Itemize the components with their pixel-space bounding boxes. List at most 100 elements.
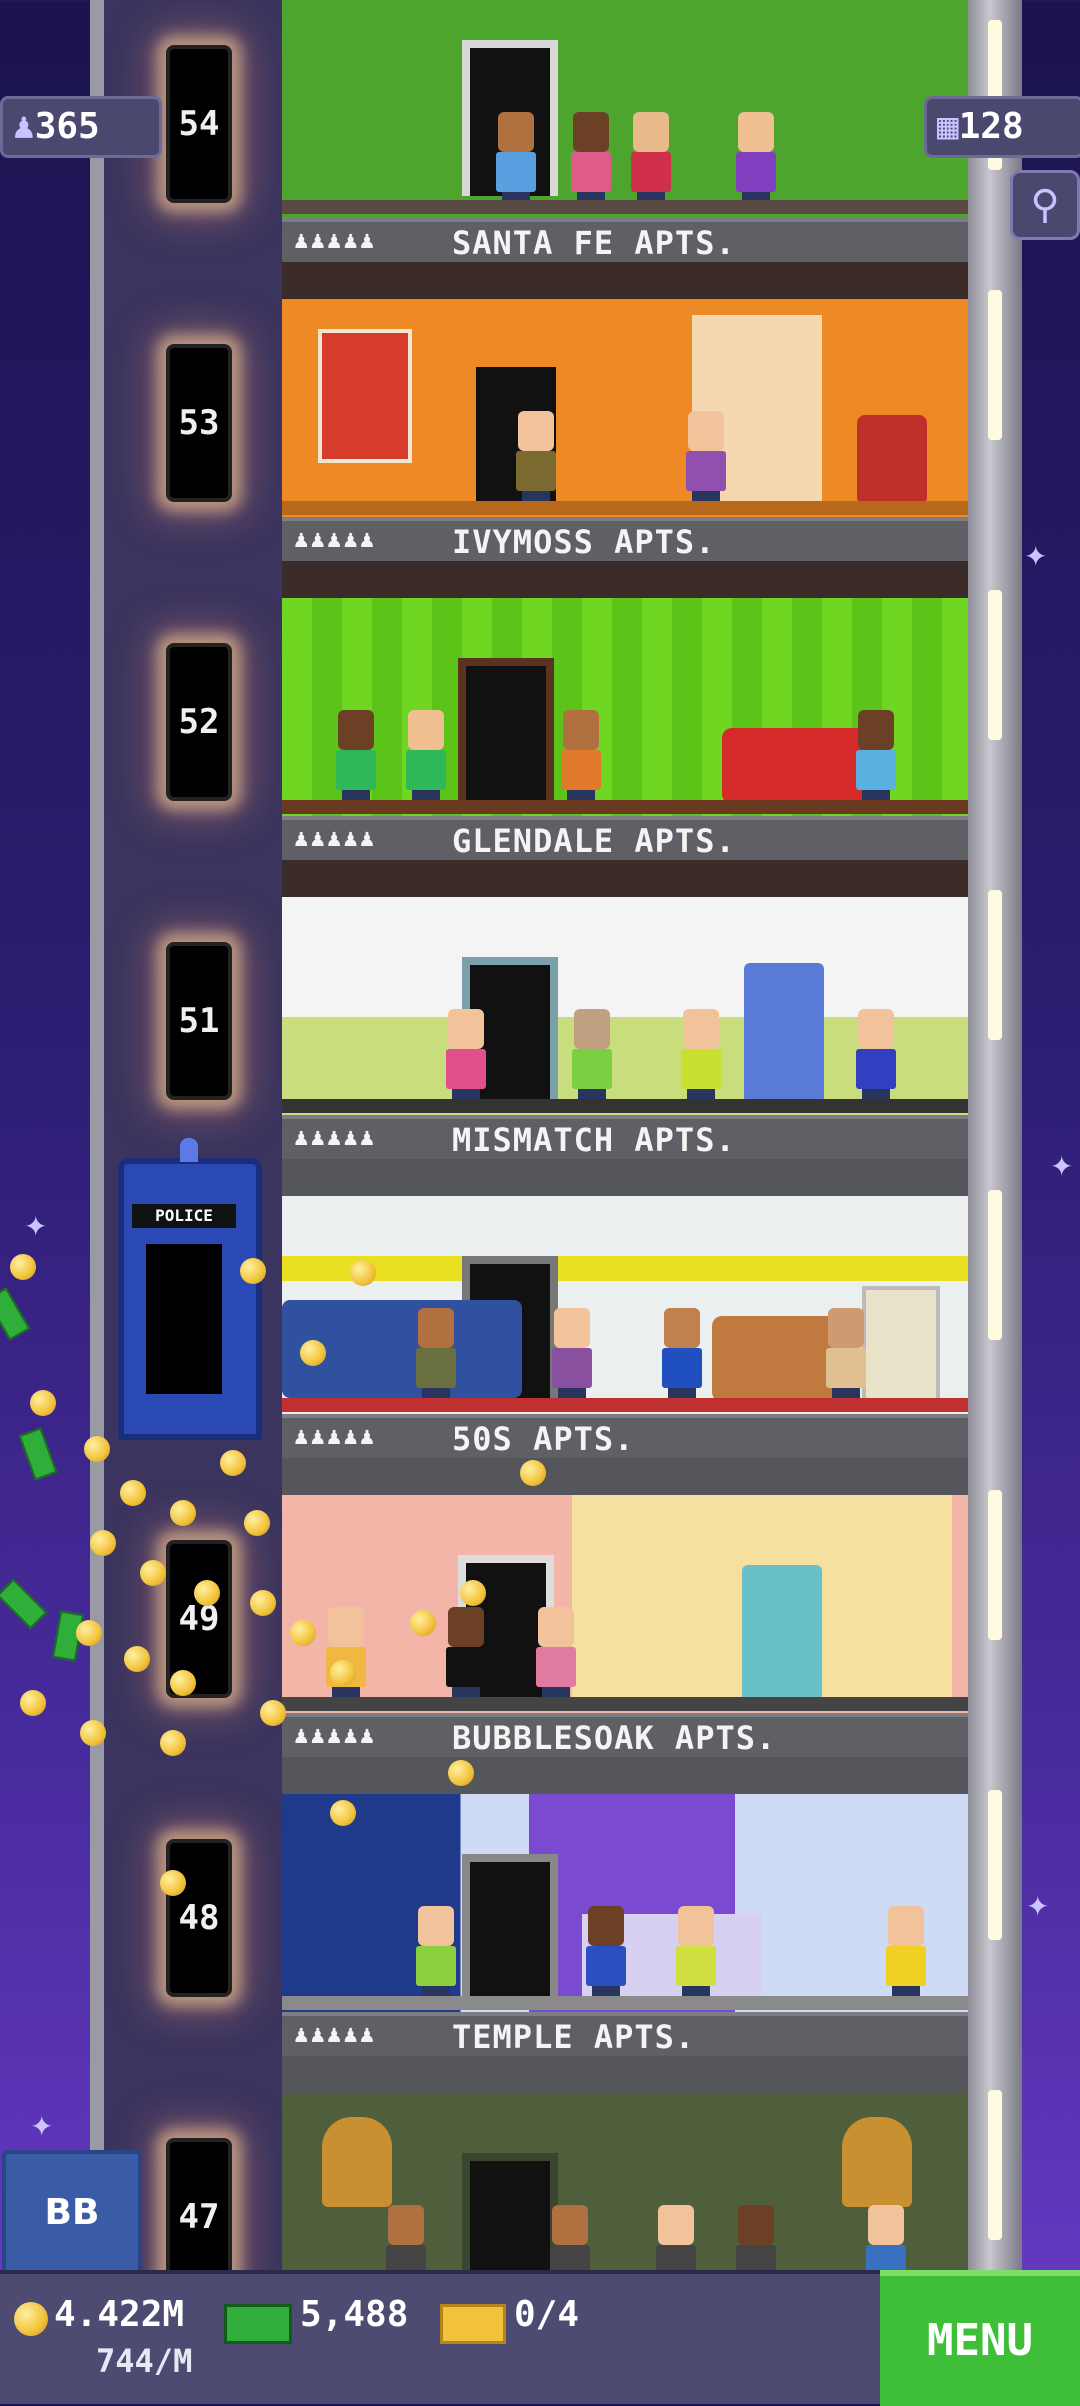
resident[interactable]: [732, 112, 780, 208]
bux-icon: [224, 2304, 292, 2344]
population-counter[interactable]: ♟365: [0, 96, 162, 158]
floor-51[interactable]: MISMATCH APTS. ♟♟♟♟♟: [282, 897, 968, 1196]
coin-icon: [10, 1254, 36, 1280]
resident-slots-icon: ♟♟♟♟♟: [294, 2020, 377, 2048]
lion-statue: [842, 2117, 912, 2207]
booth-window: [146, 1244, 222, 1394]
resident[interactable]: [442, 1009, 490, 1105]
pillar-light: [988, 590, 1002, 740]
bitbook-button[interactable]: BB: [2, 2150, 142, 2276]
resident[interactable]: [852, 710, 900, 806]
resident[interactable]: [862, 2205, 910, 2270]
resident[interactable]: [402, 710, 450, 806]
floor-53[interactable]: IVYMOSS APTS. ♟♟♟♟♟: [282, 299, 968, 598]
floor-sign: TEMPLE APTS. ♟♟♟♟♟: [282, 2012, 968, 2060]
resident[interactable]: [548, 1308, 596, 1404]
resident[interactable]: [512, 411, 560, 507]
resident[interactable]: [532, 1607, 580, 1703]
pillar-light: [988, 2090, 1002, 2240]
resident[interactable]: [677, 1009, 725, 1105]
floor-gap: [282, 2056, 968, 2093]
room-floor: [282, 501, 968, 515]
coin-icon: [90, 1530, 116, 1556]
coin-icon: [520, 1460, 546, 1486]
phone-booth[interactable]: POLICE: [118, 1138, 262, 1440]
resident[interactable]: [322, 1607, 370, 1703]
floor-sign: BUBBLESOAK APTS. ♟♟♟♟♟: [282, 1713, 968, 1761]
resident[interactable]: [382, 2205, 430, 2270]
resident[interactable]: [672, 1906, 720, 2002]
coin-icon: [350, 1260, 376, 1286]
floor-47[interactable]: [282, 2093, 968, 2270]
resident[interactable]: [658, 1308, 706, 1404]
resident[interactable]: [557, 710, 605, 806]
sofa: [722, 728, 872, 804]
cash-bill: [0, 1287, 31, 1341]
floor-gap: [282, 1458, 968, 1495]
resident[interactable]: [882, 1906, 930, 2002]
coin-icon: [244, 1510, 270, 1536]
fridge: [744, 963, 824, 1103]
retro-tv: [862, 1286, 940, 1404]
resident[interactable]: [627, 112, 675, 208]
floor-50[interactable]: 50S APTS. ♟♟♟♟♟: [282, 1196, 968, 1495]
elevator-stop-53[interactable]: 53: [166, 344, 232, 502]
resident[interactable]: [442, 1607, 490, 1703]
resident[interactable]: [412, 1906, 460, 2002]
pillar-light: [988, 1790, 1002, 1940]
floor-sign: GLENDALE APTS. ♟♟♟♟♟: [282, 816, 968, 864]
resident[interactable]: [822, 1308, 870, 1404]
room-floor: [282, 1099, 968, 1113]
floor-gap: [282, 860, 968, 897]
tower-pillar: [968, 0, 1022, 2270]
resident[interactable]: [852, 1009, 900, 1105]
pillar-light: [988, 290, 1002, 440]
fridge: [742, 1565, 822, 1701]
floor-54[interactable]: SANTA FE APTS. ♟♟♟♟♟: [282, 0, 968, 299]
resident[interactable]: [652, 2205, 700, 2270]
ticket-icon: [440, 2304, 506, 2344]
elevator-stop-51[interactable]: 51: [166, 942, 232, 1100]
floor-number: 53: [178, 403, 220, 443]
resident[interactable]: [582, 1906, 630, 2002]
resident[interactable]: [568, 1009, 616, 1105]
resident[interactable]: [412, 1308, 460, 1404]
apartment-door: [462, 2153, 558, 2270]
star-icon: ✦: [30, 2110, 54, 2143]
floor-number: 49: [178, 1599, 220, 1639]
floor-count-value: 128: [958, 106, 1024, 147]
population-value: 365: [34, 106, 100, 147]
resident[interactable]: [682, 411, 730, 507]
floor-number: 47: [178, 2197, 220, 2237]
resident[interactable]: [332, 710, 380, 806]
floor-gap: [282, 1159, 968, 1196]
resident[interactable]: [567, 112, 615, 208]
elevator-stop-52[interactable]: 52: [166, 643, 232, 801]
search-button[interactable]: ⚲: [1010, 170, 1080, 240]
elevator-stop-48[interactable]: 48: [166, 1839, 232, 1997]
magnifier-icon: ⚲: [1030, 182, 1060, 228]
coin-icon: [170, 1670, 196, 1696]
floor-counter[interactable]: ▦128: [924, 96, 1080, 158]
resident[interactable]: [546, 2205, 594, 2270]
floor-48[interactable]: TEMPLE APTS. ♟♟♟♟♟: [282, 1794, 968, 2093]
elevator-shaft[interactable]: 54 53 52 51 49 48 47: [90, 0, 298, 2296]
floor-number: 52: [178, 702, 220, 742]
coin-icon: [410, 1610, 436, 1636]
elevator-stop-54[interactable]: 54: [166, 45, 232, 203]
resident[interactable]: [732, 2205, 780, 2270]
resident-slots-icon: ♟♟♟♟♟: [294, 1422, 377, 1450]
coin-icon: [250, 1590, 276, 1616]
menu-button[interactable]: MENU: [880, 2270, 1080, 2406]
floor-number: 48: [178, 1898, 220, 1938]
floor-52[interactable]: GLENDALE APTS. ♟♟♟♟♟: [282, 598, 968, 897]
apartment-door: [458, 658, 554, 814]
resident-slots-icon: ♟♟♟♟♟: [294, 226, 377, 254]
floor-49[interactable]: BUBBLESOAK APTS. ♟♟♟♟♟: [282, 1495, 968, 1794]
resident-slots-icon: ♟♟♟♟♟: [294, 824, 377, 852]
coin-icon: [80, 1720, 106, 1746]
coin-icon: [300, 1340, 326, 1366]
coin-icon: [124, 1646, 150, 1672]
resident[interactable]: [492, 112, 540, 208]
coin-icon: [30, 1390, 56, 1416]
